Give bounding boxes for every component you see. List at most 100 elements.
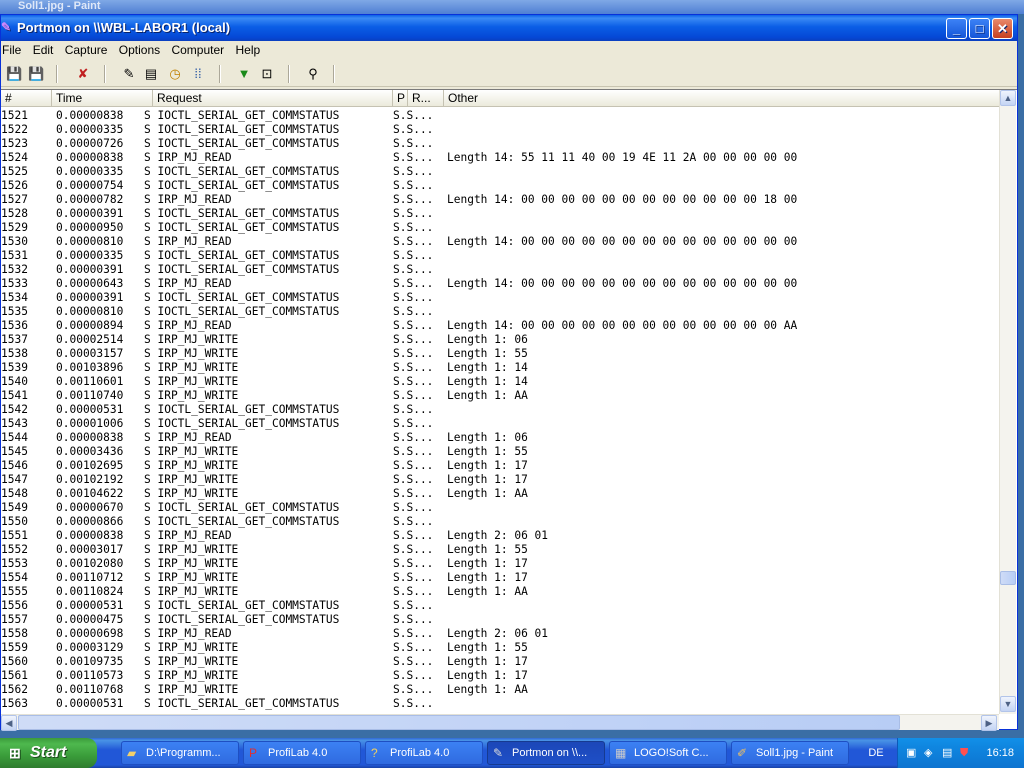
menu-computer[interactable]: Computer (170, 41, 229, 60)
row-number: 1522 (1, 123, 28, 136)
table-row[interactable]: 1543 0.00001006 S IOCTL_SERIAL_GET_COMMSTA… (1, 417, 999, 431)
row-path-result: S.S... (393, 585, 434, 598)
table-row[interactable]: 1533 0.00000643 S IRP_MJ_READ S.S... Length … (1, 277, 999, 291)
table-row[interactable]: 1548 0.00104622 S IRP_MJ_WRITE S.S... Length… (1, 487, 999, 501)
table-row[interactable]: 1525 0.00000335 S IOCTL_SERIAL_GET_COMMSTA… (1, 165, 999, 179)
row-request: S IOCTL_SERIAL_GET_COMMSTATUS (144, 123, 340, 136)
table-row[interactable]: 1521 0.00000838 S IOCTL_SERIAL_GET_COMMSTA… (1, 109, 999, 123)
task-explorer[interactable]: ▰ D:\Programm... (121, 741, 239, 765)
table-row[interactable]: 1561 0.00110573 S IRP_MJ_WRITE S.S... Length… (1, 669, 999, 683)
tray-monitor-icon[interactable]: ▤ (942, 746, 956, 760)
scroll-left-icon[interactable]: ◀ (1, 715, 17, 731)
table-row[interactable]: 1563 0.00000531 S IOCTL_SERIAL_GET_COMMSTA… (1, 697, 999, 711)
horizontal-scrollbar[interactable]: ◀ ▶ (1, 714, 999, 731)
find-icon[interactable]: ⚲ (305, 66, 321, 82)
menu-file[interactable]: File (1, 41, 26, 60)
table-row[interactable]: 1541 0.00110740 S IRP_MJ_WRITE S.S... Length… (1, 389, 999, 403)
table-row[interactable]: 1560 0.00109735 S IRP_MJ_WRITE S.S... Length… (1, 655, 999, 669)
task-paint[interactable]: ✐ Soll1.jpg - Paint (731, 741, 849, 765)
table-row[interactable]: 1535 0.00000810 S IOCTL_SERIAL_GET_COMMSTA… (1, 305, 999, 319)
start-button[interactable]: ⊞ Start (0, 738, 97, 768)
table-row[interactable]: 1531 0.00000335 S IOCTL_SERIAL_GET_COMMSTA… (1, 249, 999, 263)
scroll-down-icon[interactable]: ▼ (1000, 696, 1016, 712)
filter-icon[interactable]: ▤ (143, 66, 159, 82)
table-row[interactable]: 1557 0.00000475 S IOCTL_SERIAL_GET_COMMSTA… (1, 613, 999, 627)
table-row[interactable]: 1537 0.00002514 S IRP_MJ_WRITE S.S... Length… (1, 333, 999, 347)
table-row[interactable]: 1534 0.00000391 S IOCTL_SERIAL_GET_COMMSTA… (1, 291, 999, 305)
portmon-app-icon[interactable]: ✎ (1, 20, 15, 34)
timer-icon[interactable]: ◷ (167, 66, 183, 82)
vertical-scroll-thumb[interactable] (1000, 571, 1016, 585)
task-logosoft[interactable]: ▦ LOGO!Soft C... (609, 741, 727, 765)
autoscroll-icon[interactable]: ✎ (121, 66, 137, 82)
table-row[interactable]: 1529 0.00000950 S IOCTL_SERIAL_GET_COMMSTA… (1, 221, 999, 235)
highlight-icon[interactable]: ▼ (236, 66, 252, 82)
table-row[interactable]: 1526 0.00000754 S IOCTL_SERIAL_GET_COMMSTA… (1, 179, 999, 193)
menu-capture[interactable]: Capture (64, 41, 113, 60)
table-row[interactable]: 1540 0.00110601 S IRP_MJ_WRITE S.S... Length… (1, 375, 999, 389)
table-row[interactable]: 1536 0.00000894 S IRP_MJ_READ S.S... Length … (1, 319, 999, 333)
table-row[interactable]: 1556 0.00000531 S IOCTL_SERIAL_GET_COMMSTA… (1, 599, 999, 613)
table-row[interactable]: 1538 0.00003157 S IRP_MJ_WRITE S.S... Length… (1, 347, 999, 361)
tray-app-icon[interactable]: ◈ (924, 746, 938, 760)
table-row[interactable]: 1528 0.00000391 S IOCTL_SERIAL_GET_COMMSTA… (1, 207, 999, 221)
column-request[interactable]: Request (153, 90, 393, 107)
table-row[interactable]: 1544 0.00000838 S IRP_MJ_READ S.S... Length … (1, 431, 999, 445)
table-row[interactable]: 1552 0.00003017 S IRP_MJ_WRITE S.S... Length… (1, 543, 999, 557)
scroll-right-icon[interactable]: ▶ (981, 715, 997, 731)
close-button[interactable]: ✕ (992, 18, 1013, 39)
properties-icon[interactable]: ⊡ (259, 66, 275, 82)
save-as-icon[interactable]: 💾 (28, 66, 44, 82)
column-result[interactable]: R... (408, 90, 444, 107)
table-row[interactable]: 1542 0.00000531 S IOCTL_SERIAL_GET_COMMSTA… (1, 403, 999, 417)
table-row[interactable]: 1532 0.00000391 S IOCTL_SERIAL_GET_COMMSTA… (1, 263, 999, 277)
row-other: Length 1: AA (447, 389, 528, 402)
save-icon[interactable]: 💾 (6, 66, 22, 82)
row-number: 1521 (1, 109, 28, 122)
request-list[interactable]: # Time Request P R... Other 1521 0.000008… (1, 89, 1017, 731)
table-row[interactable]: 1539 0.00103896 S IRP_MJ_WRITE S.S... Length… (1, 361, 999, 375)
task-profilab-1[interactable]: P ProfiLab 4.0 (243, 741, 361, 765)
table-row[interactable]: 1527 0.00000782 S IRP_MJ_READ S.S... Length … (1, 193, 999, 207)
background-window-title[interactable]: Soll1.jpg - Paint (0, 0, 1024, 14)
task-profilab-2[interactable]: ? ProfiLab 4.0 (365, 741, 483, 765)
table-row[interactable]: 1551 0.00000838 S IRP_MJ_READ S.S... Length … (1, 529, 999, 543)
security-shield-icon[interactable]: ⛊ (960, 746, 974, 760)
row-path-result: S.S... (393, 445, 434, 458)
title-bar[interactable]: ✎ Portmon on \\WBL-LABOR1 (local) _ □ ✕ (1, 15, 1017, 41)
table-row[interactable]: 1555 0.00110824 S IRP_MJ_WRITE S.S... Length… (1, 585, 999, 599)
column-number[interactable]: # (1, 90, 52, 107)
table-row[interactable]: 1523 0.00000726 S IOCTL_SERIAL_GET_COMMSTA… (1, 137, 999, 151)
table-row[interactable]: 1562 0.00110768 S IRP_MJ_WRITE S.S... Length… (1, 683, 999, 697)
table-row[interactable]: 1553 0.00102080 S IRP_MJ_WRITE S.S... Length… (1, 557, 999, 571)
table-row[interactable]: 1522 0.00000335 S IOCTL_SERIAL_GET_COMMSTA… (1, 123, 999, 137)
row-time: 0.00003436 (56, 445, 124, 458)
network-icon[interactable]: ▣ (906, 746, 920, 760)
connect-icon[interactable]: ⁞⁞ (190, 66, 206, 82)
table-row[interactable]: 1549 0.00000670 S IOCTL_SERIAL_GET_COMMSTA… (1, 501, 999, 515)
task-portmon[interactable]: ✎ Portmon on \\... (487, 741, 605, 765)
column-time[interactable]: Time (52, 90, 153, 107)
vertical-scrollbar[interactable]: ▲ ▼ (999, 90, 1016, 714)
clock[interactable]: 16:18 (986, 738, 1014, 768)
table-row[interactable]: 1547 0.00102192 S IRP_MJ_WRITE S.S... Length… (1, 473, 999, 487)
language-indicator[interactable]: DE (861, 744, 891, 762)
menu-help[interactable]: Help (235, 41, 266, 60)
menu-edit[interactable]: Edit (32, 41, 59, 60)
table-row[interactable]: 1559 0.00003129 S IRP_MJ_WRITE S.S... Length… (1, 641, 999, 655)
table-row[interactable]: 1558 0.00000698 S IRP_MJ_READ S.S... Length … (1, 627, 999, 641)
table-row[interactable]: 1550 0.00000866 S IOCTL_SERIAL_GET_COMMSTA… (1, 515, 999, 529)
table-row[interactable]: 1554 0.00110712 S IRP_MJ_WRITE S.S... Length… (1, 571, 999, 585)
minimize-button[interactable]: _ (946, 18, 967, 39)
table-row[interactable]: 1546 0.00102695 S IRP_MJ_WRITE S.S... Length… (1, 459, 999, 473)
maximize-button[interactable]: □ (969, 18, 990, 39)
menu-options[interactable]: Options (118, 41, 165, 60)
table-row[interactable]: 1530 0.00000810 S IRP_MJ_READ S.S... Length … (1, 235, 999, 249)
table-row[interactable]: 1524 0.00000838 S IRP_MJ_READ S.S... Length … (1, 151, 999, 165)
column-other[interactable]: Other (444, 90, 999, 107)
horizontal-scroll-thumb[interactable] (18, 715, 900, 730)
scroll-up-icon[interactable]: ▲ (1000, 90, 1016, 106)
clear-icon[interactable]: ✘ (75, 66, 91, 82)
table-row[interactable]: 1545 0.00003436 S IRP_MJ_WRITE S.S... Length… (1, 445, 999, 459)
column-path[interactable]: P (393, 90, 408, 107)
